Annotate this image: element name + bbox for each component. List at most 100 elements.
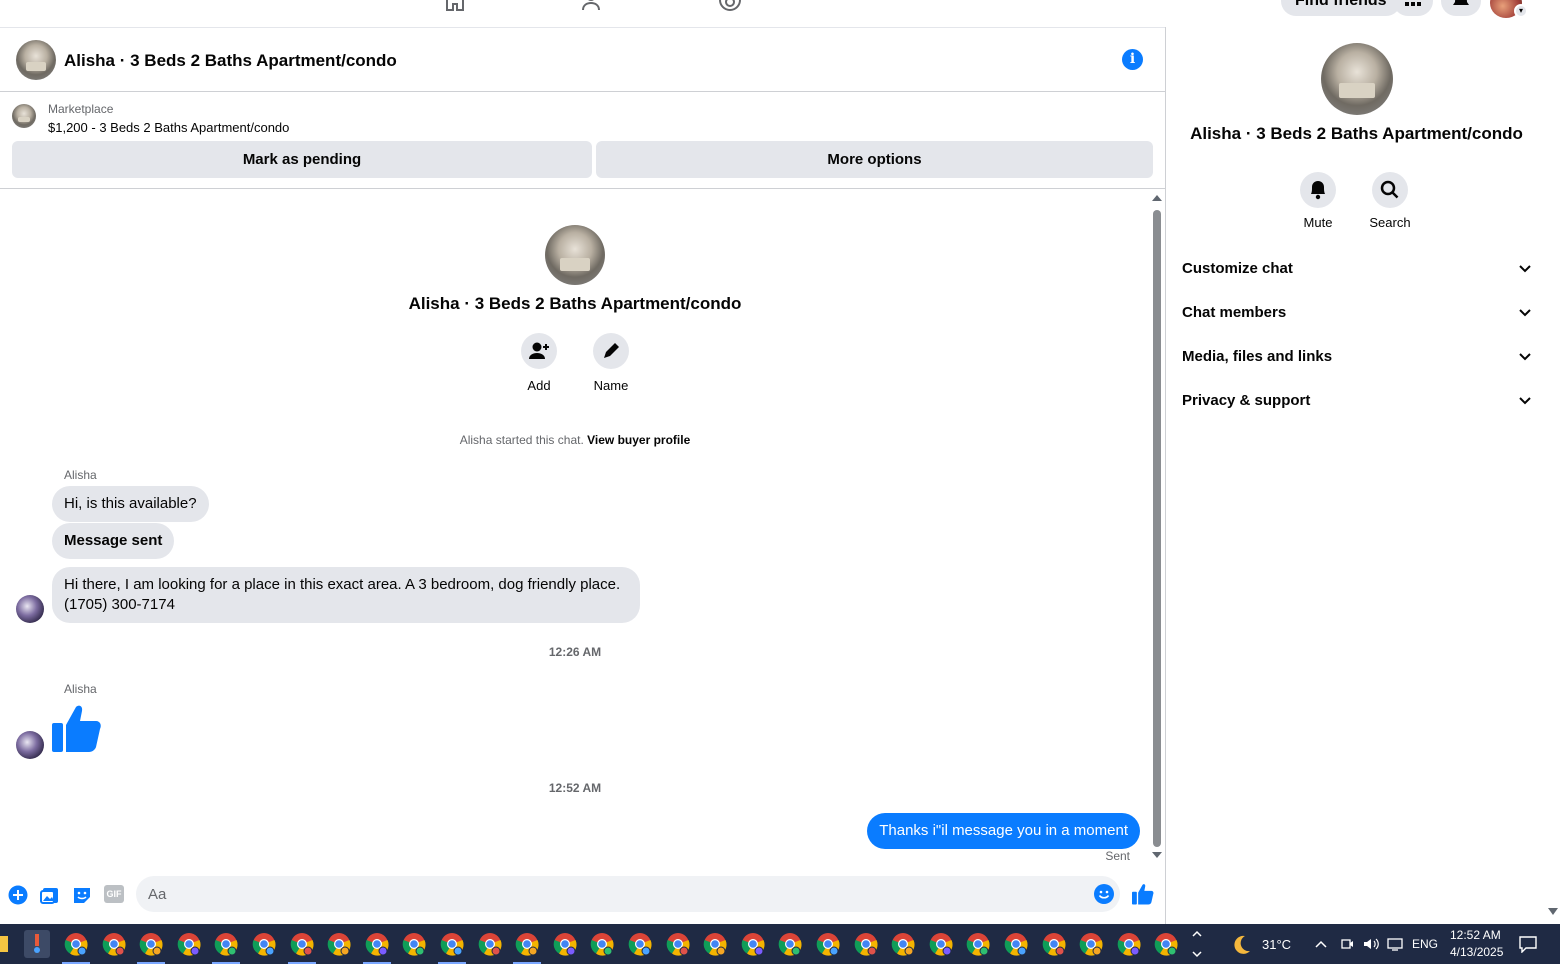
menu-grid-icon[interactable] <box>1393 0 1433 16</box>
media-files-links-section[interactable]: Media, files and links <box>1182 335 1532 379</box>
timestamp: 12:26 AM <box>548 645 602 659</box>
marketplace-bar: Marketplace $1,200 - 3 Beds 2 Baths Apar… <box>0 92 1165 189</box>
chrome-icon[interactable] <box>102 932 126 956</box>
gif-icon[interactable]: GIF <box>104 885 124 903</box>
sender-avatar[interactable] <box>16 731 44 759</box>
groups-icon[interactable] <box>718 0 742 12</box>
customize-chat-section[interactable]: Customize chat <box>1182 247 1532 291</box>
more-options-button[interactable]: More options <box>596 141 1153 178</box>
chrome-icon[interactable] <box>515 932 539 956</box>
chrome-icon[interactable] <box>1154 932 1178 956</box>
meet-icon[interactable] <box>1339 936 1355 952</box>
outgoing-message-bubble[interactable]: Thanks i"il message you in a moment <box>867 813 1140 849</box>
pencil-icon[interactable] <box>593 333 629 369</box>
chrome-icon[interactable] <box>1079 932 1103 956</box>
chevron-up-icon[interactable] <box>1314 937 1328 951</box>
chrome-icon[interactable] <box>854 932 878 956</box>
listing-thumbnail[interactable] <box>16 40 56 80</box>
message-thread[interactable]: Alisha · 3 Beds 2 Baths Apartment/condo … <box>0 190 1150 868</box>
sender-avatar[interactable] <box>16 595 44 623</box>
file-explorer-icon[interactable] <box>0 936 8 952</box>
scrollbar-thumb[interactable] <box>1153 210 1161 847</box>
send-like-icon[interactable] <box>1132 883 1154 905</box>
message-bubble[interactable]: Hi there, I am looking for a place in th… <box>52 567 640 623</box>
speaker-icon[interactable] <box>1362 936 1380 952</box>
notification-center-icon[interactable] <box>1518 935 1538 953</box>
message-bubble[interactable]: Hi, is this available? <box>52 486 209 522</box>
section-label: Customize chat <box>1182 260 1293 277</box>
chrome-icon[interactable] <box>64 932 88 956</box>
chrome-icon[interactable] <box>628 932 652 956</box>
photo-icon[interactable] <box>40 885 60 905</box>
chrome-icon[interactable] <box>666 932 690 956</box>
find-friends-button[interactable]: Find friends <box>1281 0 1401 16</box>
chrome-icon[interactable] <box>214 932 238 956</box>
scroll-down-arrow-icon[interactable] <box>1548 908 1558 916</box>
sticker-icon[interactable] <box>72 885 92 905</box>
chrome-icon[interactable] <box>177 932 201 956</box>
chrome-icon[interactable] <box>1117 932 1141 956</box>
bell-icon[interactable] <box>1300 172 1336 208</box>
search-icon[interactable] <box>1372 172 1408 208</box>
message-scrollbar[interactable] <box>1150 190 1164 868</box>
moon-weather-icon[interactable] <box>1230 934 1252 956</box>
active-app-icon[interactable] <box>24 930 50 958</box>
message-composer: GIF <box>0 868 1165 924</box>
chat-members-section[interactable]: Chat members <box>1182 291 1532 335</box>
chrome-icon[interactable] <box>891 932 915 956</box>
chrome-icon[interactable] <box>1042 932 1066 956</box>
chrome-icon[interactable] <box>290 932 314 956</box>
notifications-icon[interactable] <box>1441 0 1481 16</box>
chrome-icon[interactable] <box>478 932 502 956</box>
chevron-down-icon <box>1519 397 1531 405</box>
home-icon[interactable] <box>443 0 467 12</box>
account-avatar[interactable]: ▾ <box>1490 0 1528 18</box>
thumbs-up-icon[interactable] <box>52 703 102 753</box>
chrome-icon[interactable] <box>1004 932 1028 956</box>
network-icon[interactable] <box>1386 936 1404 952</box>
privacy-support-section[interactable]: Privacy & support <box>1182 379 1532 423</box>
search-button[interactable]: Search <box>1360 172 1420 230</box>
listing-thumbnail-small[interactable] <box>12 104 36 128</box>
mark-as-pending-button[interactable]: Mark as pending <box>12 141 592 178</box>
emoji-icon[interactable] <box>1094 884 1114 904</box>
chrome-icon[interactable] <box>929 932 953 956</box>
plus-icon[interactable] <box>8 885 28 905</box>
scroll-down-arrow-icon[interactable] <box>1152 852 1162 858</box>
temperature[interactable]: 31°C <box>1262 937 1291 952</box>
message-input[interactable] <box>136 876 1076 912</box>
chevron-down-icon <box>1519 309 1531 317</box>
chrome-icon[interactable] <box>252 932 276 956</box>
view-buyer-profile-link[interactable]: View buyer profile <box>587 433 690 447</box>
chrome-icon[interactable] <box>778 932 802 956</box>
chat-title[interactable]: Alisha · 3 Beds 2 Baths Apartment/condo <box>64 51 397 71</box>
mute-button[interactable]: Mute <box>1288 172 1348 230</box>
chrome-icon[interactable] <box>966 932 990 956</box>
chrome-icon[interactable] <box>703 932 727 956</box>
chrome-icon[interactable] <box>741 932 765 956</box>
page-scrollbar[interactable] <box>1546 0 1560 924</box>
clock-date[interactable]: 4/13/2025 <box>1450 945 1503 959</box>
taskbar-scroll-icon[interactable] <box>1192 928 1202 960</box>
chrome-icon[interactable] <box>553 932 577 956</box>
chrome-icon[interactable] <box>402 932 426 956</box>
listing-title[interactable]: $1,200 - 3 Beds 2 Baths Apartment/condo <box>48 120 289 135</box>
add-person-button[interactable]: Add <box>509 333 569 393</box>
chevron-down-icon[interactable]: ▾ <box>1514 4 1528 18</box>
scroll-up-arrow-icon[interactable] <box>1152 195 1162 201</box>
chrome-icon[interactable] <box>139 932 163 956</box>
friends-icon[interactable] <box>581 0 605 12</box>
clock-time[interactable]: 12:52 AM <box>1450 928 1501 942</box>
add-person-icon[interactable] <box>521 333 557 369</box>
message-bubble[interactable]: Message sent <box>52 523 175 559</box>
chrome-icon[interactable] <box>365 932 389 956</box>
chrome-icon[interactable] <box>327 932 351 956</box>
chrome-icon[interactable] <box>816 932 840 956</box>
chrome-icon[interactable] <box>590 932 614 956</box>
language-indicator[interactable]: ENG <box>1412 937 1438 951</box>
chrome-icon[interactable] <box>440 932 464 956</box>
info-icon[interactable]: i <box>1122 49 1143 70</box>
section-label: Media, files and links <box>1182 348 1333 365</box>
mute-label: Mute <box>1303 215 1333 230</box>
name-button[interactable]: Name <box>581 333 641 393</box>
